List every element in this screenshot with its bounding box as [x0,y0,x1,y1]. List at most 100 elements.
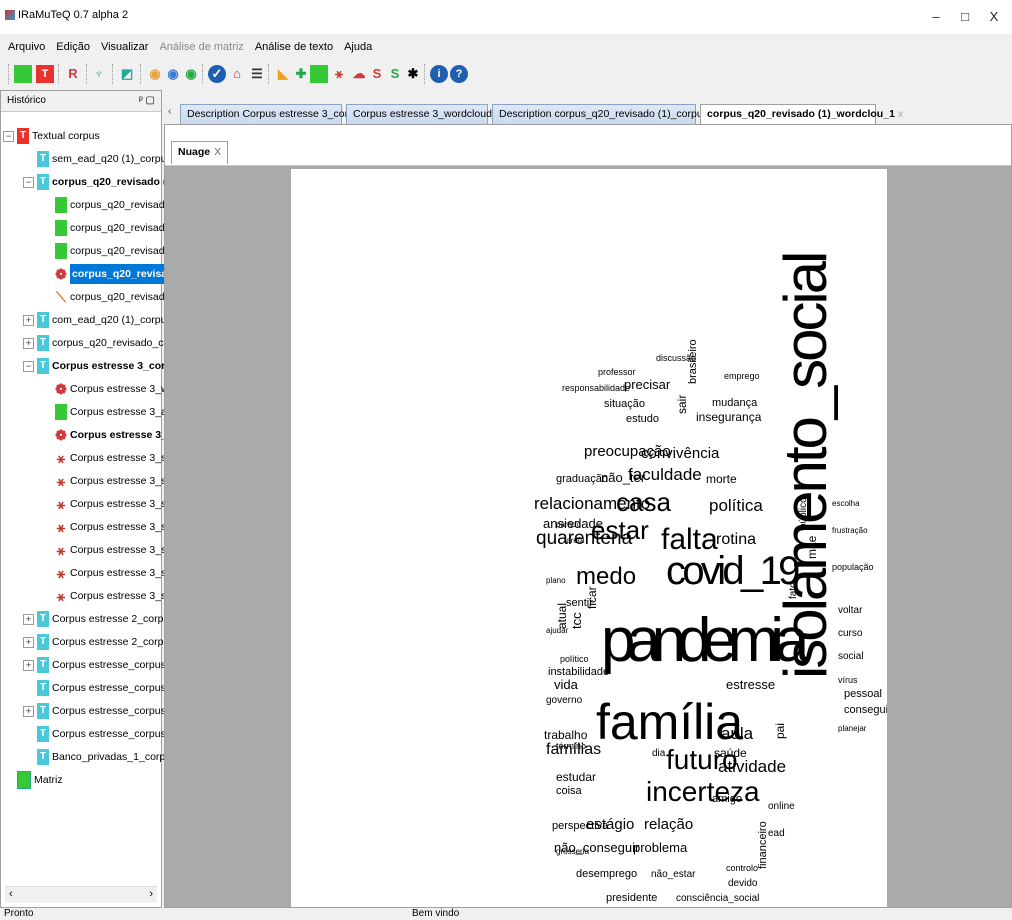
cloud-icon[interactable]: ☁ [350,65,368,83]
info-icon[interactable]: i [430,65,448,83]
horizontal-scrollbar[interactable]: ‹ › [5,886,157,903]
tree-item[interactable]: Tcorpus_q20_revisado_co [37,332,169,354]
scroll-left-arrow[interactable]: ‹ [9,888,13,900]
wordcloud-word: falta [661,523,718,556]
expand-icon[interactable]: + [23,315,34,326]
gray-circle-icon[interactable]: ◉ [164,65,182,83]
import-icon[interactable]: ◩ [118,65,136,83]
tab-label: Corpus estresse 3_wordcloud_2 [353,108,504,120]
tab-description-corpus-estresse[interactable]: Description Corpus estresse 3_corpus_2 [180,104,377,124]
tree-item[interactable]: T Corpus estresse_corpus_ [37,677,172,699]
tree-item[interactable]: ❁ corpus_q20_revisado [55,263,182,285]
text-corpus-icon: T [37,174,49,190]
help-icon[interactable]: ? [450,65,468,83]
tree-item[interactable]: T Banco_privadas_1_corpu [37,746,171,768]
tree-item-label: corpus_q20_revisado_co [52,337,170,349]
chd-icon: ⟍ [56,289,66,305]
tab-corpus-estresse-wordcloud[interactable]: Corpus estresse 3_wordcloud_2 [346,104,504,124]
python-icon[interactable]: ♆ [90,65,108,83]
tree-item[interactable]: corpus_q20_revisado [55,240,170,262]
tree-item[interactable]: corpus_q20_revisado [55,194,170,216]
tree-item[interactable]: ⚹ Corpus estresse 3_sim [55,585,178,607]
tree-item-label: Corpus estresse 3_sim [70,452,178,464]
tree-item[interactable]: T Corpus estresse 2_corpu [37,631,169,653]
tree-item[interactable]: T Corpus estresse_corpus_ [37,654,172,676]
home-icon[interactable]: ⌂ [228,65,246,83]
menu-edicao[interactable]: Edição [53,38,93,56]
tree-item[interactable]: corpus_q20_revisado [55,217,170,239]
tree-item[interactable]: ⚹ Corpus estresse 3_sim [55,493,178,515]
tree-item[interactable]: ⚹ Corpus estresse 3_sim [55,516,178,538]
tree-item[interactable]: ❁ Corpus estresse 3_wo [55,378,174,400]
tab-scroll-left[interactable]: ‹ [168,106,171,117]
pin-panel-icon[interactable]: ᵖ ▢ [139,91,155,111]
collapse-icon[interactable]: − [23,361,34,372]
wordcloud-word: estresse [726,677,775,692]
wordcloud-word: aula [721,724,754,743]
matrix-icon[interactable] [14,65,32,83]
check-icon[interactable]: ✓ [208,65,226,83]
tree-item[interactable]: Tsem_ead_q20 (1)_corpus [37,148,172,170]
tree-item[interactable]: T Corpus estresse_corpus_ [37,723,172,745]
wordcloud-word: tcc [569,612,584,629]
orange-bars-icon[interactable]: ◣ [274,65,292,83]
tree-item[interactable]: Tcorpus_q20_revisado (1 [37,171,172,193]
asterisk-icon[interactable]: ✱ [404,65,422,83]
minimize-button[interactable]: – [922,6,950,28]
close-button[interactable]: X [980,6,1008,28]
wordcloud-word: planejar [838,724,867,733]
menu-arquivo[interactable]: Arquivo [5,38,48,56]
expand-icon[interactable]: + [23,338,34,349]
tree-item[interactable]: ⚹ Corpus estresse 3_sim [55,562,178,584]
similitude-icon: ⚹ [56,542,66,558]
wordcloud-word: emprego [724,371,760,381]
tree-item[interactable]: T Corpus estresse_corpus_ [37,700,172,722]
tree-item[interactable]: T Corpus estresse 2_corpu [37,608,169,630]
tab-corpus-q20-wordcloud[interactable]: corpus_q20_revisado (1)_wordclou_1 x [700,104,903,124]
wordcloud-word: graduação [556,473,608,485]
blue-circle-icon[interactable]: ◉ [146,65,164,83]
expand-icon[interactable]: + [23,637,34,648]
green-circle-icon[interactable]: ◉ [182,65,200,83]
tree-item[interactable]: Matriz [17,769,63,791]
close-subtab-icon[interactable]: X [214,146,221,158]
tree-item-label: Corpus estresse_corpus_ [52,728,172,740]
collapse-icon[interactable]: − [3,131,14,142]
star-icon[interactable]: ✚ [292,65,310,83]
tree-item[interactable]: ⟍ corpus_q20_revisado [55,286,170,308]
tree-item[interactable]: ⚹ Corpus estresse 3_sim [55,539,178,561]
expand-icon[interactable]: + [23,614,34,625]
tree-item[interactable]: Corpus estresse 3_alc [55,401,174,423]
matrix-table-icon [55,404,67,420]
expand-icon[interactable]: + [23,660,34,671]
collapse-icon[interactable]: − [23,177,34,188]
scroll-right-arrow[interactable]: › [149,888,153,900]
tree-item[interactable]: Tcom_ead_q20 (1)_corpus [37,309,172,331]
menu-analise-matriz: Análise de matriz [159,41,244,53]
text-corpus-icon: T [37,312,49,328]
expand-icon[interactable]: + [23,706,34,717]
tree-item[interactable]: T Textual corpus [17,125,100,147]
menu-visualizar[interactable]: Visualizar [98,38,152,56]
text-corpus-icon[interactable]: T [36,65,54,83]
wordcloud-word: término [556,741,586,751]
tree-item[interactable]: ❁ Corpus estresse 3_w [55,424,175,446]
tab-nuage[interactable]: Nuage X [171,141,229,164]
tree-item[interactable]: ⚹ Corpus estresse 3_sim [55,470,178,492]
tab-description-corpus-q20[interactable]: Description corpus_q20_revisado (1)_corp… [492,104,720,124]
matrix-table-icon [55,197,67,213]
r-icon[interactable]: R [64,65,82,83]
menu-analise-texto[interactable]: Análise de texto [252,38,336,56]
S-green-icon[interactable]: S [386,65,404,83]
cluster-icon[interactable]: ⚹ [330,65,348,83]
menu-ajuda[interactable]: Ajuda [341,38,375,56]
list-icon[interactable]: ☰ [248,65,266,83]
text-corpus-icon: T [37,680,49,696]
maximize-button[interactable]: □ [951,6,979,28]
green-square-icon[interactable] [310,65,328,83]
tree-item[interactable]: ⚹ Corpus estresse 3_sim [55,447,178,469]
text-corpus-icon: T [37,151,49,167]
tree-item[interactable]: T Corpus estresse 3_corp [37,355,172,377]
S-red-icon[interactable]: S [368,65,386,83]
close-tab-icon[interactable]: x [898,108,903,120]
